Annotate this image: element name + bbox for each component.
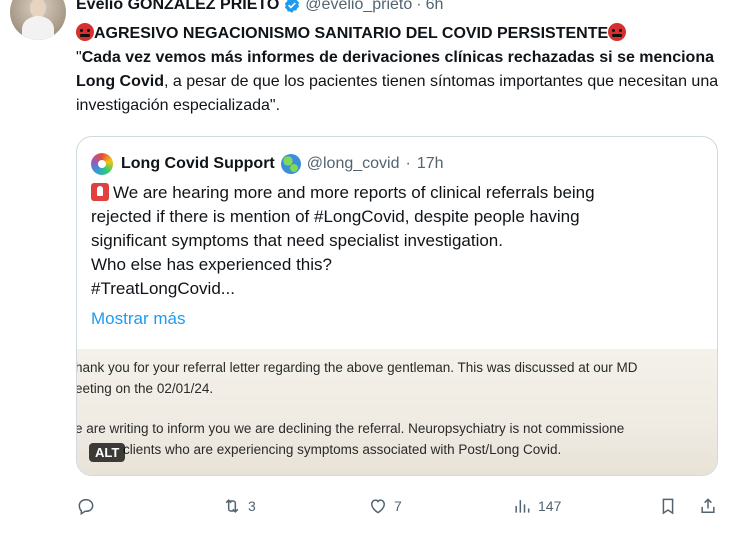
verified-badge-icon: [283, 0, 301, 14]
letter-line-1: hank you for your referral letter regard…: [76, 360, 638, 375]
views-button[interactable]: 147: [512, 496, 561, 516]
quoted-line-1: We are hearing more and more reports of …: [113, 183, 595, 202]
letter-line-4: clients who are experiencing symptoms as…: [123, 442, 562, 457]
siren-icon: [91, 183, 109, 201]
tweet-header: Evelio GONZÁLEZ PRIETO @evelio_prieto · …: [76, 0, 443, 15]
quoted-header-separator: ·: [405, 155, 411, 172]
like-button[interactable]: 7: [368, 496, 402, 516]
retweet-icon: [225, 499, 239, 513]
reply-icon: [78, 499, 94, 516]
letter-line-3: e are writing to inform you we are decli…: [76, 421, 625, 436]
quoted-author-handle[interactable]: @long_covid: [307, 155, 400, 173]
quoted-line-5: #TreatLongCovid...: [91, 279, 235, 298]
angry-face-icon: [76, 23, 94, 41]
quoted-line-3: significant symptoms that need specialis…: [91, 231, 503, 250]
heart-icon: [370, 499, 386, 514]
bookmark-button[interactable]: [658, 496, 678, 516]
views-count: 147: [538, 498, 562, 514]
alt-text-badge[interactable]: ALT: [89, 443, 126, 462]
quoted-image-letter[interactable]: hank you for your referral letter regard…: [76, 349, 717, 475]
quoted-author-name[interactable]: Long Covid Support: [121, 155, 275, 173]
like-count: 7: [394, 498, 402, 514]
author-avatar[interactable]: [10, 0, 66, 40]
share-button[interactable]: [698, 496, 718, 516]
author-handle[interactable]: @evelio_prieto: [305, 0, 412, 14]
tweet-actions-bar: 3 7 147: [76, 496, 736, 520]
globe-icon: [280, 154, 301, 174]
views-chart-icon: [515, 500, 530, 513]
show-more-link[interactable]: Mostrar más: [91, 309, 185, 329]
tweet-body: AGRESIVO NEGACIONISMO SANITARIO DEL COVI…: [76, 22, 736, 118]
quoted-line-2: rejected if there is mention of #LongCov…: [91, 207, 580, 226]
quoted-avatar[interactable]: [91, 153, 113, 175]
tweet-headline: AGRESIVO NEGACIONISMO SANITARIO DEL COVI…: [94, 25, 609, 42]
quoted-tweet-header: Long Covid Support @long_covid · 17h: [91, 153, 444, 175]
letter-line-2: eeting on the 02/01/24.: [76, 381, 214, 396]
avatar-body: [22, 16, 54, 40]
retweet-count: 3: [248, 498, 256, 514]
reply-button[interactable]: [76, 496, 96, 516]
bookmark-icon: [662, 498, 674, 515]
tweet-rest-text: , a pesar de que los pacientes tienen sí…: [76, 73, 719, 114]
retweet-button[interactable]: 3: [222, 496, 256, 516]
tweet-timestamp[interactable]: 6h: [426, 0, 444, 14]
quoted-tweet-card[interactable]: Long Covid Support @long_covid · 17h We …: [76, 136, 718, 476]
angry-face-icon: [608, 23, 627, 41]
header-separator: ·: [416, 0, 422, 13]
share-icon: [701, 498, 715, 513]
author-name[interactable]: Evelio GONZÁLEZ PRIETO: [76, 0, 279, 14]
quoted-timestamp[interactable]: 17h: [417, 155, 444, 173]
quoted-line-4: Who else has experienced this?: [91, 255, 332, 274]
quoted-tweet-body: We are hearing more and more reports of …: [91, 181, 703, 301]
